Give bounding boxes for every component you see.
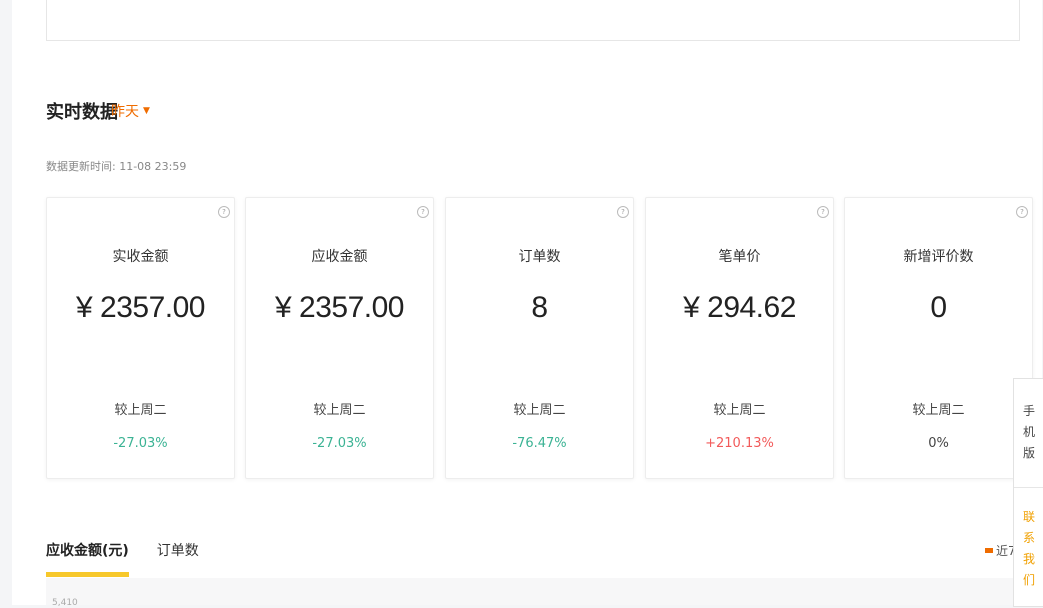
compare-label: 较上周二 bbox=[313, 403, 366, 418]
compare-label: 较上周二 bbox=[912, 403, 965, 418]
metric-label: 笔单价 bbox=[718, 249, 761, 265]
metric-card-new-reviews: ? 新增评价数 0 较上周二 0% bbox=[844, 197, 1033, 479]
help-icon[interactable]: ? bbox=[417, 206, 429, 218]
metric-cards: ? 实收金额 ¥ 2357.00 较上周二 -27.03% ? 应收金额 ¥ 2… bbox=[46, 197, 1033, 479]
help-icon[interactable]: ? bbox=[617, 206, 629, 218]
metric-label: 新增评价数 bbox=[903, 249, 974, 265]
metric-label: 订单数 bbox=[518, 249, 561, 265]
metric-value: ¥ 2357.00 bbox=[76, 291, 205, 324]
metric-value: ¥ 2357.00 bbox=[275, 291, 404, 324]
compare-label: 较上周二 bbox=[713, 403, 766, 418]
metric-card-avg-order: ? 笔单价 ¥ 294.62 较上周二 +210.13% bbox=[645, 197, 834, 479]
metric-label: 实收金额 bbox=[112, 249, 169, 265]
compare-value: +210.13% bbox=[705, 436, 774, 451]
metric-value: 0 bbox=[930, 291, 947, 324]
chart-tabs: 应收金额(元) 订单数 bbox=[46, 540, 227, 578]
metric-card-receivable: ? 应收金额 ¥ 2357.00 较上周二 -27.03% bbox=[245, 197, 434, 479]
y-tick-label: 5,410 bbox=[52, 598, 78, 608]
contact-us-label: 联系我们 bbox=[1022, 510, 1035, 587]
compare-label: 较上周二 bbox=[513, 403, 566, 418]
side-float-panel: 手机版 联系我们 bbox=[1013, 378, 1043, 607]
divider bbox=[1014, 487, 1043, 488]
update-time: 数据更新时间: 11-08 23:59 bbox=[46, 160, 187, 173]
help-icon[interactable]: ? bbox=[218, 206, 230, 218]
period-dropdown[interactable]: 昨天 ▼ bbox=[111, 101, 150, 121]
period-label: 昨天 bbox=[111, 104, 139, 120]
help-icon[interactable]: ? bbox=[817, 206, 829, 218]
chart-area: 5,410 bbox=[46, 578, 1032, 608]
help-icon[interactable]: ? bbox=[1016, 206, 1028, 218]
main-page: 实时数据 昨天 ▼ 数据更新时间: 11-08 23:59 ? 实收金额 ¥ 2… bbox=[12, 0, 1042, 608]
mobile-version-button[interactable]: 手机版 bbox=[1014, 401, 1043, 464]
compare-value: 0% bbox=[928, 436, 949, 451]
contact-us-button[interactable]: 联系我们 bbox=[1014, 507, 1043, 591]
caret-down-icon: ▼ bbox=[143, 106, 150, 116]
tab-receivable-amount[interactable]: 应收金额(元) bbox=[46, 540, 129, 578]
mobile-version-label: 手机版 bbox=[1022, 404, 1035, 460]
top-info-panel bbox=[46, 0, 1020, 41]
compare-value: -76.47% bbox=[512, 436, 567, 451]
metric-value: ¥ 294.62 bbox=[683, 291, 796, 324]
legend-swatch bbox=[985, 548, 993, 553]
metric-card-orders: ? 订单数 8 较上周二 -76.47% bbox=[445, 197, 634, 479]
section-title: 实时数据 bbox=[46, 102, 118, 123]
metric-value: 8 bbox=[531, 291, 548, 324]
metric-label: 应收金额 bbox=[311, 249, 368, 265]
metric-card-received: ? 实收金额 ¥ 2357.00 较上周二 -27.03% bbox=[46, 197, 235, 479]
compare-value: -27.03% bbox=[113, 436, 168, 451]
tab-order-count[interactable]: 订单数 bbox=[157, 540, 199, 578]
compare-value: -27.03% bbox=[312, 436, 367, 451]
compare-label: 较上周二 bbox=[114, 403, 167, 418]
